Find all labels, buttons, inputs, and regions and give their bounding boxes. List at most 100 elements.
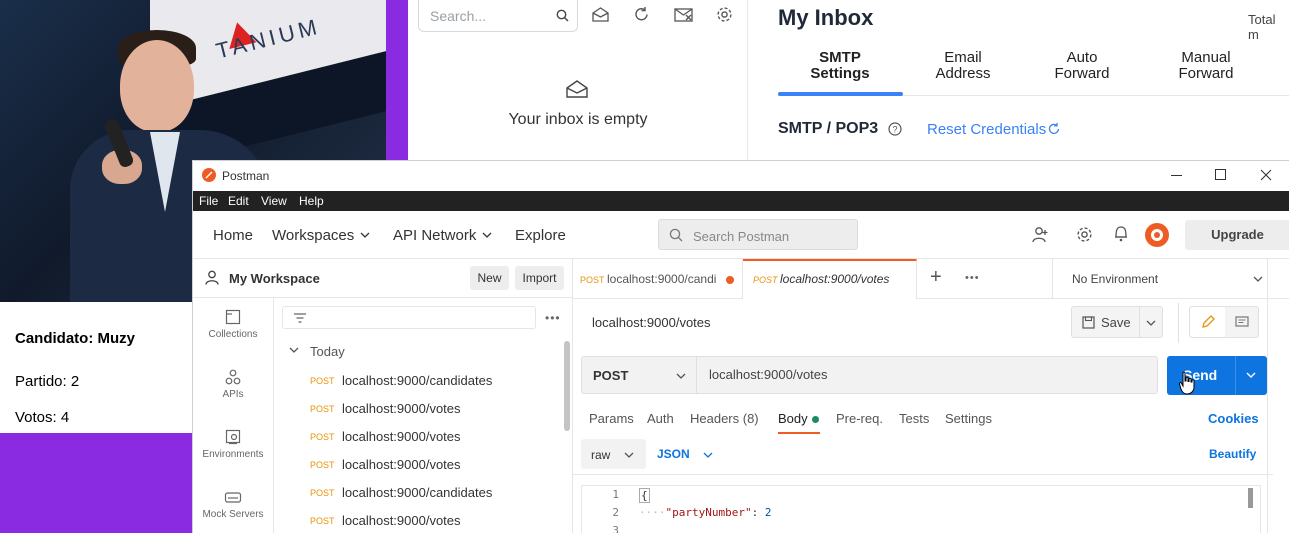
tab-prereq[interactable]: Pre-req. [836,411,883,426]
list-item[interactable]: POST localhost:9000/votes [273,506,563,533]
collections-icon [225,309,241,325]
tab-smtp-settings[interactable]: SMTP Settings [788,50,892,82]
postman-logo-icon [202,168,216,182]
tab-email-address[interactable]: Email Address [911,50,1015,82]
tab-body[interactable]: Body [778,411,808,426]
body-indicator-dot [812,416,819,423]
editor-divider [573,474,1273,475]
gear-icon[interactable] [716,6,733,23]
unsaved-dot [726,276,734,284]
nav-home[interactable]: Home [213,227,253,244]
chevron-down-icon [482,232,492,238]
app-title: Postman [222,169,270,183]
import-button[interactable]: Import [515,266,564,290]
comment-icon[interactable] [1235,316,1249,329]
menu-file[interactable]: File [199,194,218,208]
chevron-down-icon[interactable] [289,347,299,353]
workspace-name: My Workspace [229,271,320,286]
mail-search-input[interactable]: Search... [418,0,578,32]
request-tab-votes[interactable]: POST localhost:9000/votes [743,259,917,299]
help-icon[interactable]: ? [888,122,902,136]
sidebar-divider [193,297,573,298]
postman-main: POST localhost:9000/candi POST localhost… [573,259,1289,533]
code-editor[interactable]: 1 2 3 { ····"partyNumber": 2 [581,485,1261,533]
request-tab-candidates[interactable]: POST localhost:9000/candi [573,259,743,299]
chevron-down-icon[interactable] [1253,276,1263,282]
list-item[interactable]: POST localhost:9000/candidates [273,366,563,394]
search-icon [669,228,683,242]
postman-search-input[interactable]: Search Postman [658,219,858,250]
search-icon [556,9,569,22]
list-item[interactable]: POST localhost:9000/votes [273,450,563,478]
svg-text:?: ? [892,125,897,135]
tab-tests[interactable]: Tests [899,411,929,426]
avatar[interactable] [1145,223,1169,247]
cookies-link[interactable]: Cookies [1208,411,1259,426]
history-filter-input[interactable] [282,306,536,329]
view-mode-toggle[interactable] [1189,306,1259,338]
history-group-today: Today [310,344,345,359]
mouse-cursor-icon [1179,371,1195,395]
candidate-votes: Votos: 4 [15,409,70,426]
list-item[interactable]: POST localhost:9000/candidates [273,478,563,506]
reset-credentials-link[interactable]: Reset Credentials [927,121,1046,138]
refresh-icon[interactable] [633,6,650,23]
right-divider [1267,259,1268,533]
edit-mode[interactable] [1190,307,1225,337]
sidebar-item-environments[interactable]: Environments [193,427,273,467]
list-item[interactable]: POST localhost:9000/votes [273,422,563,450]
candidate-party: Partido: 2 [15,373,80,390]
delete-mail-icon[interactable] [674,7,693,22]
tab-auto-forward[interactable]: Auto Forward [1030,50,1134,82]
request-tab-bar: POST localhost:9000/candi POST localhost… [573,259,1289,299]
menu-view[interactable]: View [261,194,287,208]
chevron-down-icon [1246,372,1256,378]
upgrade-button[interactable]: Upgrade [1185,220,1289,250]
body-language-select[interactable]: JSON [657,447,690,461]
editor-scrollbar[interactable] [1248,488,1253,508]
bell-icon[interactable] [1114,225,1128,242]
postman-sidebar: My Workspace New Import Collections APIs… [193,259,573,533]
more-options-icon[interactable]: ••• [545,311,561,325]
invite-user-icon[interactable] [1032,226,1049,243]
environments-icon [225,429,241,445]
chevron-down-icon [360,232,370,238]
environment-select[interactable]: No Environment [1072,272,1158,286]
tab-settings[interactable]: Settings [945,411,992,426]
nav-explore[interactable]: Explore [515,227,566,244]
nav-api-network[interactable]: API Network [393,227,476,244]
sidebar-item-apis[interactable]: APIs [193,367,273,407]
settings-gear-icon[interactable] [1076,226,1093,243]
mail-open-icon[interactable] [592,7,609,22]
method-select[interactable]: POST [582,357,697,393]
tab-params[interactable]: Params [589,411,634,426]
body-mode-select[interactable]: raw [581,439,646,469]
close-icon[interactable] [1260,169,1272,181]
toolbar-divider [1178,303,1179,343]
save-button[interactable]: Save [1071,306,1163,338]
sidebar-item-mock-servers[interactable]: Mock Servers [193,487,273,527]
candidate-card: Candidato: Muzy Partido: 2 Votos: 4 [0,302,192,433]
tab-manual-forward[interactable]: Manual Forward [1154,50,1258,82]
tab-headers[interactable]: Headers (8) [690,411,759,426]
menu-edit[interactable]: Edit [228,194,249,208]
minimize-icon[interactable] [1171,175,1182,176]
chevron-down-icon [676,373,686,379]
nav-workspaces[interactable]: Workspaces [272,227,354,244]
chevron-down-icon[interactable] [703,452,713,458]
new-button[interactable]: New [470,266,509,290]
sidebar-scrollbar[interactable] [564,341,570,431]
beautify-link[interactable]: Beautify [1209,447,1256,461]
chevron-down-icon [1146,320,1156,326]
tab-auth[interactable]: Auth [647,411,674,426]
sidebar-item-collections[interactable]: Collections [193,307,273,347]
tab-options-icon[interactable]: ••• [965,272,980,284]
new-tab-icon[interactable]: + [930,266,942,289]
section-title: SMTP / POP3 [778,120,879,137]
reset-refresh-icon[interactable] [1047,122,1061,136]
menu-help[interactable]: Help [299,194,324,208]
url-input[interactable]: localhost:9000/votes [709,367,828,382]
list-item[interactable]: POST localhost:9000/votes [273,394,563,422]
postman-search-placeholder: Search Postman [693,229,790,244]
maximize-icon[interactable] [1215,169,1226,180]
